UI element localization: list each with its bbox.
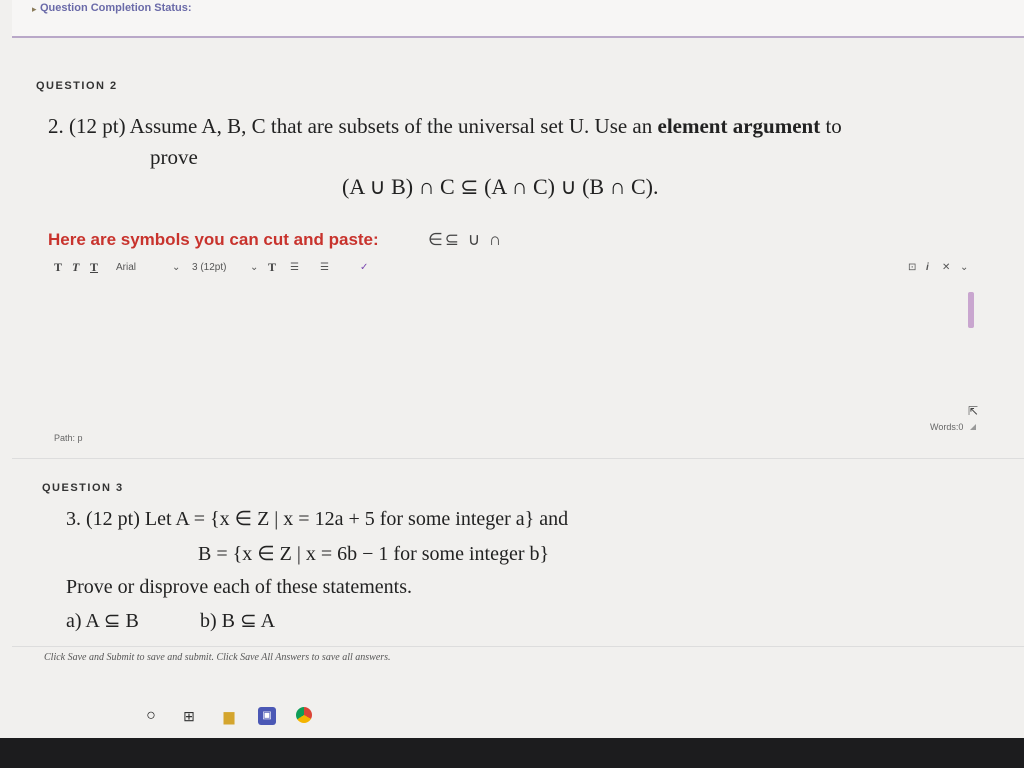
underline-button[interactable]: T [90, 260, 98, 275]
collapse-icon[interactable]: ⌄ [960, 262, 968, 273]
info-icon[interactable]: i [926, 262, 929, 273]
completion-status-label[interactable]: Question Completion Status: [40, 2, 192, 14]
text-color-button[interactable]: T [268, 260, 276, 275]
taskbar-row: ○ ⊞ ▆ ▣ [138, 703, 438, 733]
file-explorer-icon[interactable]: ▆ [220, 707, 238, 725]
editor-path: Path: p [54, 433, 83, 443]
question-3-line3: Prove or disprove each of these statemen… [66, 576, 413, 598]
question-2-number: 2. (12 pt) [48, 114, 126, 138]
question-2-heading: QUESTION 2 [36, 80, 118, 92]
expand-arrow-icon[interactable]: ▸ [32, 4, 37, 15]
question-3-part-b: b) B ⊆ A [200, 610, 276, 632]
completion-status-bar: ▸ Question Completion Status: [12, 0, 1024, 38]
task-view-icon[interactable]: ⊞ [180, 707, 198, 725]
answer-editor[interactable] [48, 282, 982, 422]
chevron-down-icon[interactable]: ⌄ [172, 262, 180, 273]
font-family-select[interactable]: Arial [116, 262, 136, 273]
page: ▸ Question Completion Status: QUESTION 2… [0, 0, 1024, 738]
bullet-list-icon[interactable]: ☰ [290, 262, 299, 273]
divider [12, 458, 1024, 459]
question-2-line2: prove [150, 145, 198, 169]
spellcheck-icon[interactable]: ✓ [360, 262, 368, 273]
question-3-part-a: a) A ⊆ B [66, 610, 139, 632]
symbols-list: ∈⊆ ∪ ∩ [428, 230, 504, 249]
mouse-cursor-icon: ⇱ [968, 404, 979, 418]
fullscreen-icon[interactable]: ✕ [942, 262, 950, 273]
bold-button[interactable]: T [54, 260, 62, 275]
question-2-bold: element argument [657, 114, 821, 138]
save-instructions: Click Save and Submit to save and submit… [44, 652, 391, 663]
chevron-down-icon[interactable]: ⌄ [250, 262, 258, 273]
question-2-text-after: to [825, 114, 842, 138]
chrome-icon[interactable] [296, 707, 312, 723]
teams-icon[interactable]: ▣ [258, 707, 276, 725]
divider [12, 646, 1024, 647]
symbols-hint: Here are symbols you can cut and paste: [48, 230, 379, 249]
word-count: Words:0 [930, 422, 964, 432]
editor-toolbar: T T T Arial ⌄ 3 (12pt) ⌄ T ☰ ☰ ✓ ⊡ i ✕ ⌄ [48, 258, 982, 280]
question-3-line1: 3. (12 pt) Let A = {x ∈ Z | x = 12a + 5 … [66, 508, 569, 530]
question-2-formula: (A ∪ B) ∩ C ⊆ (A ∩ C) ∪ (B ∩ C). [342, 174, 659, 199]
resize-handle-icon[interactable] [970, 424, 976, 430]
font-size-select[interactable]: 3 (12pt) [192, 262, 226, 273]
question-2-text: Assume A, B, C that are subsets of the u… [129, 114, 653, 138]
question-2-prompt: 2. (12 pt) Assume A, B, C that are subse… [48, 114, 842, 139]
editor-scrollbar[interactable] [968, 292, 974, 328]
italic-button[interactable]: T [72, 260, 79, 275]
taskbar [0, 738, 1024, 768]
question-3-line2: B = {x ∈ Z | x = 6b − 1 for some integer… [198, 543, 550, 565]
question-3-heading: QUESTION 3 [42, 482, 124, 494]
numbered-list-icon[interactable]: ☰ [320, 262, 329, 273]
circle-icon[interactable]: ○ [142, 707, 160, 725]
preview-icon[interactable]: ⊡ [908, 262, 916, 273]
